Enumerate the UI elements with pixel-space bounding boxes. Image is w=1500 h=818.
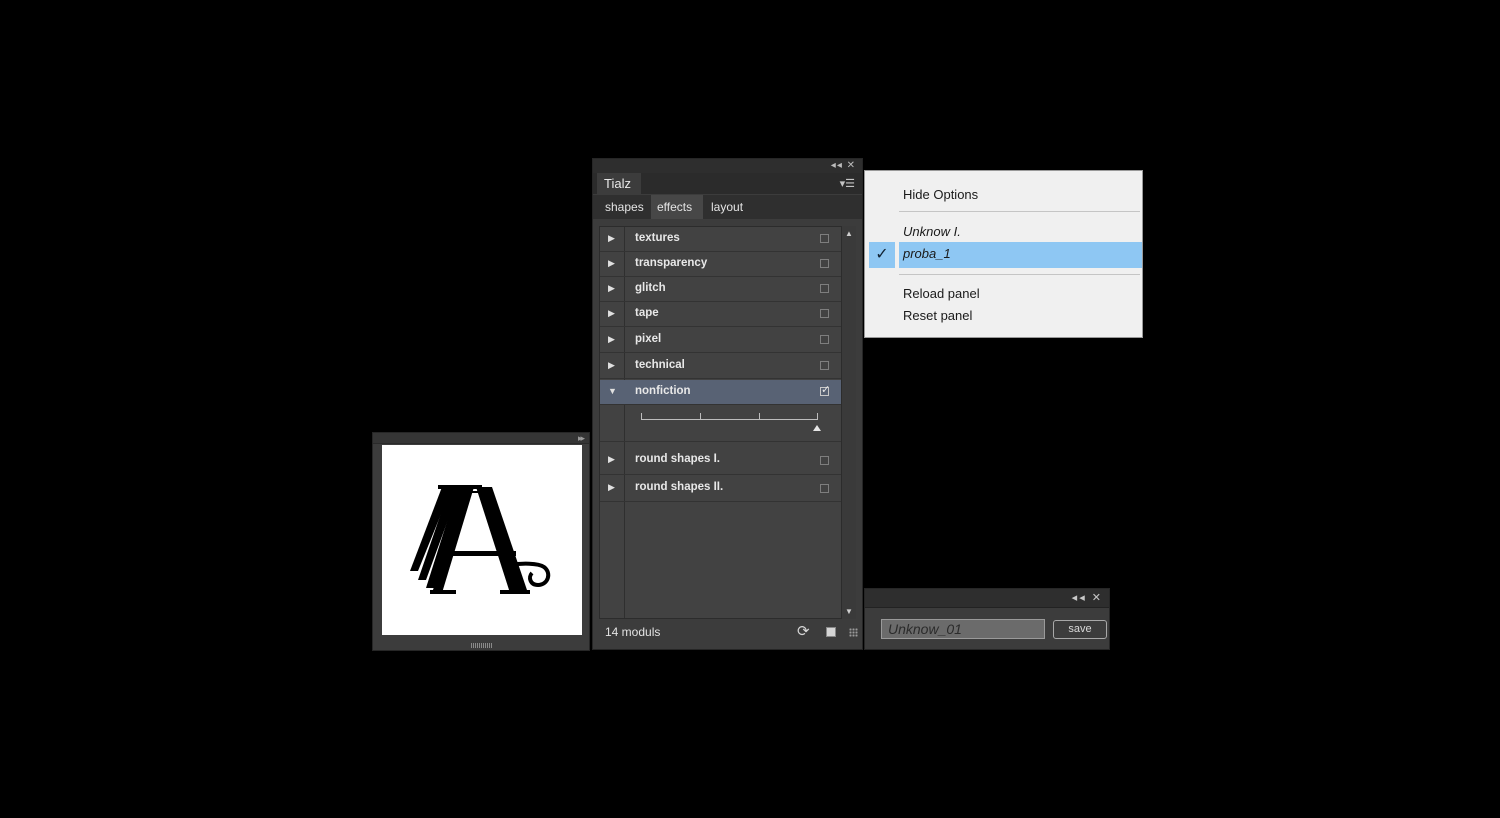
collapse-icon[interactable]: ▸▸ [578, 433, 585, 444]
preview-titlebar: ▸▸ [373, 433, 589, 444]
expand-arrow-icon[interactable]: ▶ [608, 258, 615, 269]
checkmark-icon: ✓ [821, 384, 831, 396]
save-panel-titlebar: ◂◂ ✕ [865, 589, 1109, 608]
nonfiction-options [600, 405, 841, 442]
slider-handle[interactable] [813, 425, 821, 431]
panel-tab-row: Tialz ▾☰ [593, 173, 862, 194]
preset-name-input[interactable]: Unknow_01 [881, 619, 1045, 639]
module-label: transparency [635, 257, 708, 269]
menu-separator [899, 274, 1140, 275]
module-row-glitch[interactable]: ▶ glitch [600, 277, 841, 302]
subtab-bar: shapes effects layout [593, 195, 862, 219]
collapse-arrow-icon[interactable]: ▼ [608, 386, 617, 396]
expand-arrow-icon[interactable]: ▶ [608, 482, 615, 493]
tab-shapes[interactable]: shapes [599, 195, 650, 219]
module-checkbox[interactable] [820, 259, 829, 268]
module-row-technical[interactable]: ▶ technical [600, 354, 841, 379]
expand-arrow-icon[interactable]: ▶ [608, 454, 615, 465]
module-count: 14 moduls [605, 625, 661, 639]
menu-item-reload-panel[interactable]: Reload panel [903, 286, 980, 301]
tialz-panel: ◂◂ ✕ Tialz ▾☰ shapes effects layout ▶ te… [592, 158, 863, 650]
module-checkbox[interactable] [820, 284, 829, 293]
module-checkbox[interactable] [820, 234, 829, 243]
expand-arrow-icon[interactable]: ▶ [608, 283, 615, 294]
checkmark-icon: ✓ [869, 242, 895, 268]
slider-tick [759, 413, 760, 419]
module-checkbox[interactable] [820, 309, 829, 318]
module-checkbox[interactable]: ✓ [820, 384, 830, 396]
slider-tick [700, 413, 701, 419]
module-row-transparency[interactable]: ▶ transparency [600, 252, 841, 277]
module-label: textures [635, 232, 680, 244]
panel-footer: 14 moduls ⟳ [593, 619, 862, 649]
panel-flyout-menu: Hide Options Unknow I. ✓ proba_1 Reload … [864, 170, 1143, 338]
tab-layout[interactable]: layout [705, 195, 749, 219]
slider-track[interactable] [641, 419, 818, 420]
module-checkbox[interactable] [820, 456, 829, 465]
module-label: pixel [635, 333, 662, 345]
save-button[interactable]: save [1053, 620, 1107, 639]
module-row-nonfiction[interactable]: ▼ nonfiction ✓ [600, 380, 841, 405]
scroll-up-icon[interactable]: ▲ [845, 229, 853, 238]
module-label: tape [635, 307, 659, 319]
resize-grip[interactable] [471, 643, 493, 648]
module-label: round shapes I. [635, 453, 720, 465]
expand-arrow-icon[interactable]: ▶ [608, 233, 615, 244]
refresh-icon[interactable]: ⟳ [797, 622, 810, 640]
panel-tab-tialz[interactable]: Tialz [597, 173, 641, 194]
module-checkbox[interactable] [820, 484, 829, 493]
module-label: round shapes II. [635, 481, 724, 493]
expand-arrow-icon[interactable]: ▶ [608, 360, 615, 371]
expand-arrow-icon[interactable]: ▶ [608, 308, 615, 319]
module-checkbox[interactable] [820, 335, 829, 344]
menu-item-preset-selected[interactable]: proba_1 [903, 246, 951, 261]
preview-panel: ▸▸ [372, 432, 590, 651]
list-scrollbar[interactable]: ▲ ▼ [842, 226, 856, 619]
menu-item-preset[interactable]: Unknow I. [903, 224, 961, 239]
module-label: nonfiction [635, 385, 691, 397]
glyph-a-icon [410, 485, 551, 594]
module-list: ▶ textures ▶ transparency ▶ glitch ▶ tap… [599, 226, 842, 619]
tab-effects[interactable]: effects [651, 195, 703, 219]
menu-item-reset-panel[interactable]: Reset panel [903, 308, 972, 323]
module-label: technical [635, 359, 685, 371]
module-row-round-shapes-2[interactable]: ▶ round shapes II. [600, 475, 841, 502]
collapse-close-icon[interactable]: ◂◂ ✕ [1072, 591, 1103, 604]
module-row-pixel[interactable]: ▶ pixel [600, 328, 841, 353]
module-label: glitch [635, 282, 666, 294]
slider-tick [817, 413, 818, 419]
module-row-textures[interactable]: ▶ textures [600, 227, 841, 252]
menu-separator [899, 211, 1140, 212]
module-row-round-shapes-1[interactable]: ▶ round shapes I. [600, 447, 841, 475]
slider-tick [641, 413, 642, 419]
module-row-tape[interactable]: ▶ tape [600, 302, 841, 327]
menu-item-hide-options[interactable]: Hide Options [903, 187, 978, 202]
glyph-preview-canvas [382, 445, 582, 635]
panel-titlebar: ◂◂ ✕ [593, 159, 862, 174]
panel-menu-icon[interactable]: ▾☰ [840, 177, 855, 190]
collapse-close-icon[interactable]: ◂◂ ✕ [831, 160, 856, 171]
module-checkbox[interactable] [820, 361, 829, 370]
expand-arrow-icon[interactable]: ▶ [608, 334, 615, 345]
save-preset-panel: ◂◂ ✕ Unknow_01 save [864, 588, 1110, 650]
resize-grip-icon[interactable] [849, 628, 858, 637]
scroll-down-icon[interactable]: ▼ [845, 607, 853, 616]
new-item-icon[interactable] [826, 627, 836, 637]
